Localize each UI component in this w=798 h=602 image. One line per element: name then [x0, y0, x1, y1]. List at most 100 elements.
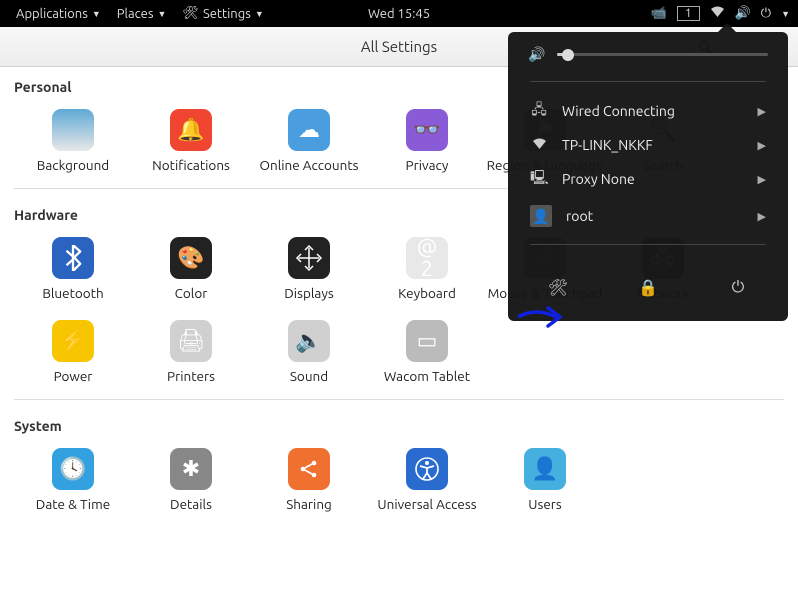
gear-icon: ✱ — [170, 448, 212, 490]
item-notifications[interactable]: 🔔 Notifications — [132, 105, 250, 174]
item-color[interactable]: 🎨 Color — [132, 233, 250, 302]
volume-row: 🔊 — [508, 46, 788, 71]
applications-menu[interactable]: Applications ▼ — [8, 7, 109, 21]
accessibility-icon — [406, 448, 448, 490]
item-label: Details — [132, 496, 250, 513]
item-date-time[interactable]: 🕓 Date & Time — [14, 444, 132, 513]
item-details[interactable]: ✱ Details — [132, 444, 250, 513]
item-displays[interactable]: Displays — [250, 233, 368, 302]
page-title: All Settings — [361, 38, 437, 55]
proxy-label: Proxy None — [562, 171, 744, 187]
wired-label: Wired Connecting — [562, 103, 744, 119]
clock-icon: 🕓 — [52, 448, 94, 490]
cloud-icon: ☁ — [288, 109, 330, 151]
section-system-title: System — [14, 418, 784, 434]
item-label: Sound — [250, 368, 368, 385]
mask-icon: 👓 — [406, 109, 448, 151]
row-proxy[interactable]: 🖳 Proxy None ▶ — [508, 160, 788, 198]
item-label: Sharing — [250, 496, 368, 513]
power-action[interactable]: ⏻ — [726, 275, 750, 299]
lock-action[interactable]: 🔒 — [636, 275, 660, 299]
item-label: Keyboard — [368, 285, 486, 302]
item-label: Notifications — [132, 157, 250, 174]
item-keyboard[interactable]: @2 Keyboard — [368, 233, 486, 302]
speaker-icon: 🔈 — [288, 320, 330, 362]
chevron-right-icon: ▶ — [758, 139, 766, 152]
separator — [530, 244, 766, 245]
places-label: Places — [117, 7, 154, 21]
volume-icon: 🔊 — [528, 46, 545, 63]
volume-icon[interactable]: 🔊 — [735, 6, 751, 21]
camera-icon[interactable]: 📹 — [651, 6, 667, 21]
user-label: root — [566, 208, 744, 224]
wrench-icon: 🛠 — [182, 6, 199, 21]
keyboard-icon: @2 — [406, 237, 448, 279]
chevron-down-icon: ▼ — [255, 9, 264, 19]
item-label: Background — [14, 157, 132, 174]
chevron-right-icon: ▶ — [758, 173, 766, 186]
volume-slider[interactable] — [557, 53, 768, 56]
chevron-down-icon: ▼ — [158, 9, 167, 19]
row-user[interactable]: 👤 root ▶ — [508, 198, 788, 234]
avatar-icon: 👤 — [530, 205, 552, 227]
item-label: Power — [14, 368, 132, 385]
item-online-accounts[interactable]: ☁ Online Accounts — [250, 105, 368, 174]
displays-icon — [288, 237, 330, 279]
item-label: Bluetooth — [14, 285, 132, 302]
user-icon: 👤 — [524, 448, 566, 490]
power-icon[interactable]: ⏻ — [761, 6, 771, 21]
item-users[interactable]: 👤 Users — [486, 444, 604, 513]
item-label: Users — [486, 496, 604, 513]
settings-label: Settings — [203, 7, 251, 21]
item-background[interactable]: Background — [14, 105, 132, 174]
printer-icon: 🖨 — [170, 320, 212, 362]
chevron-right-icon: ▶ — [758, 105, 766, 118]
item-label: Color — [132, 285, 250, 302]
proxy-icon: 🖳 — [530, 167, 548, 191]
item-universal[interactable]: Universal Access — [368, 444, 486, 513]
settings-action[interactable]: 🛠 — [546, 275, 570, 299]
separator — [530, 81, 766, 82]
item-bluetooth[interactable]: Bluetooth — [14, 233, 132, 302]
row-wired[interactable]: 🖧 Wired Connecting ▶ — [508, 92, 788, 130]
tablet-icon: ▭ — [406, 320, 448, 362]
places-menu[interactable]: Places ▼ — [109, 7, 175, 21]
wifi-icon — [530, 137, 548, 153]
section-system: 🕓 Date & Time ✱ Details Sharing Universal … — [14, 438, 784, 521]
clock[interactable]: Wed 15:45 — [368, 7, 430, 21]
settings-menu[interactable]: 🛠 Settings ▼ — [174, 6, 271, 21]
item-power[interactable]: ⚡ Power — [14, 316, 132, 385]
key-bot: 2 — [421, 258, 433, 280]
top-panel: Applications ▼ Places ▼ 🛠 Settings ▼ Wed… — [0, 0, 798, 27]
separator — [14, 399, 784, 400]
item-sharing[interactable]: Sharing — [250, 444, 368, 513]
system-menu-popup: 🔊 🖧 Wired Connecting ▶ TP-LINK_NKKF ▶ 🖳 … — [508, 32, 788, 321]
wifi-icon[interactable] — [710, 6, 725, 21]
item-label: Printers — [132, 368, 250, 385]
item-printers[interactable]: 🖨 Printers — [132, 316, 250, 385]
share-icon — [288, 448, 330, 490]
item-wacom[interactable]: ▭ Wacom Tablet — [368, 316, 486, 385]
item-label: Online Accounts — [250, 157, 368, 174]
item-sound[interactable]: 🔈 Sound — [250, 316, 368, 385]
ethernet-icon: 🖧 — [530, 99, 548, 123]
background-icon — [52, 109, 94, 151]
item-label: Privacy — [368, 157, 486, 174]
applications-label: Applications — [16, 7, 88, 21]
color-icon: 🎨 — [170, 237, 212, 279]
item-label: Wacom Tablet — [368, 368, 486, 385]
wifi-label: TP-LINK_NKKF — [562, 137, 744, 153]
chevron-down-icon: ▼ — [92, 9, 101, 19]
item-privacy[interactable]: 👓 Privacy — [368, 105, 486, 174]
power-icon: ⚡ — [52, 320, 94, 362]
popup-actions: 🛠 🔒 ⏻ — [508, 255, 788, 303]
item-label: Displays — [250, 285, 368, 302]
row-wifi[interactable]: TP-LINK_NKKF ▶ — [508, 130, 788, 160]
chevron-right-icon: ▶ — [758, 210, 766, 223]
workspace-indicator[interactable]: 1 — [677, 6, 700, 21]
bell-icon: 🔔 — [170, 109, 212, 151]
item-label: Universal Access — [368, 496, 486, 513]
bluetooth-icon — [52, 237, 94, 279]
item-label: Date & Time — [14, 496, 132, 513]
chevron-down-icon: ▼ — [781, 9, 790, 19]
